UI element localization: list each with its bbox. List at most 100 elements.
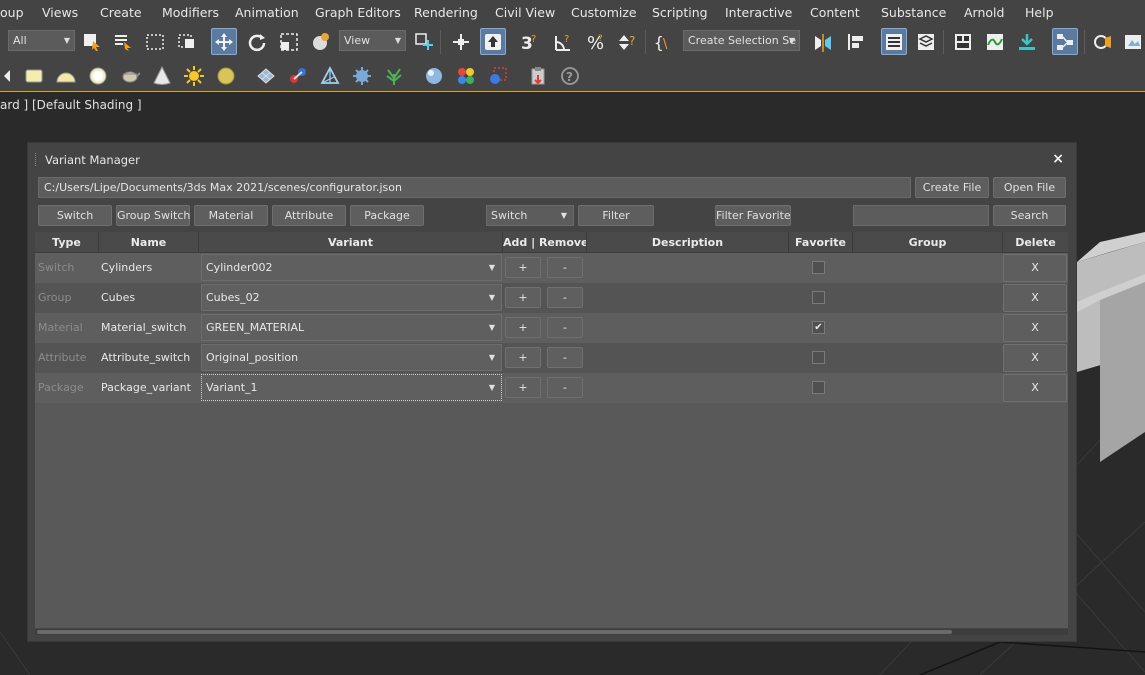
- menu-scripting[interactable]: Scripting: [652, 5, 708, 20]
- selection-filter-dropdown[interactable]: All ▼: [8, 30, 75, 51]
- edit-named-sets-icon[interactable]: {\: [651, 28, 677, 55]
- group-switch-button[interactable]: Group Switch: [116, 205, 190, 226]
- delete-row-button[interactable]: X: [1003, 344, 1067, 372]
- chevron-left-icon[interactable]: [0, 62, 21, 89]
- rendered-frame-icon[interactable]: [1120, 28, 1145, 55]
- search-button[interactable]: Search: [993, 205, 1066, 226]
- delete-row-button[interactable]: X: [1003, 314, 1067, 342]
- helper-icon[interactable]: [317, 62, 343, 89]
- variant-dropdown[interactable]: Original_position ▼: [201, 344, 502, 371]
- menu-help[interactable]: Help: [1025, 5, 1054, 20]
- menu-customize[interactable]: Customize: [571, 5, 637, 20]
- schematic-view-icon[interactable]: [1052, 28, 1078, 55]
- percent-snap-icon[interactable]: %?: [583, 28, 609, 55]
- dope-sheet-icon[interactable]: [1014, 28, 1040, 55]
- scale-icon[interactable]: [276, 28, 302, 55]
- teapot-object-icon[interactable]: [117, 62, 143, 89]
- render-region-icon[interactable]: [485, 62, 511, 89]
- row-name[interactable]: Attribute_switch: [101, 343, 199, 373]
- angle-snap-icon[interactable]: ?: [550, 28, 576, 55]
- delete-row-button[interactable]: X: [1003, 284, 1067, 312]
- cone-object-icon[interactable]: [149, 62, 175, 89]
- menu-group[interactable]: oup: [0, 5, 24, 20]
- menu-views[interactable]: Views: [42, 5, 78, 20]
- dialog-title-bar[interactable]: Variant Manager ×: [28, 143, 1076, 173]
- menu-substance[interactable]: Substance: [881, 5, 946, 20]
- menu-modifiers[interactable]: Modifiers: [162, 5, 219, 20]
- spinner-snap-icon[interactable]: ?: [615, 28, 641, 55]
- remove-variant-button[interactable]: -: [547, 257, 583, 278]
- scene-explorer-icon[interactable]: [881, 28, 907, 55]
- add-variant-button[interactable]: +: [505, 377, 541, 398]
- select-icon[interactable]: [79, 28, 105, 55]
- remove-variant-button[interactable]: -: [547, 347, 583, 368]
- window-crossing-icon[interactable]: [174, 28, 200, 55]
- ribbon-icon[interactable]: [950, 28, 976, 55]
- bone-icon[interactable]: [285, 62, 311, 89]
- align-icon[interactable]: [843, 28, 869, 55]
- delete-row-button[interactable]: X: [1003, 254, 1067, 282]
- header-add-remove[interactable]: Add | Remove: [503, 232, 587, 253]
- menu-graph-editors[interactable]: Graph Editors: [315, 5, 401, 20]
- add-variant-button[interactable]: +: [505, 287, 541, 308]
- create-file-button[interactable]: Create File: [915, 177, 989, 198]
- attribute-button[interactable]: Attribute: [272, 205, 346, 226]
- variant-dropdown[interactable]: Variant_1 ▼: [201, 374, 502, 401]
- help-icon[interactable]: ?: [557, 62, 583, 89]
- favorite-checkbox[interactable]: [812, 291, 825, 304]
- filter-favorite-button[interactable]: Filter Favorite: [715, 205, 791, 226]
- menu-civil-view[interactable]: Civil View: [495, 5, 555, 20]
- open-file-button[interactable]: Open File: [993, 177, 1066, 198]
- row-name[interactable]: Cubes: [101, 283, 199, 313]
- json-path-field[interactable]: C:/Users/Lipe/Documents/3ds Max 2021/sce…: [38, 177, 911, 198]
- remove-variant-button[interactable]: -: [547, 317, 583, 338]
- material-editor-icon[interactable]: [453, 62, 479, 89]
- viewport-label[interactable]: ard ] [Default Shading ]: [0, 98, 142, 112]
- header-variant[interactable]: Variant: [199, 232, 503, 253]
- render-setup-icon[interactable]: [1090, 28, 1116, 55]
- remove-variant-button[interactable]: -: [547, 377, 583, 398]
- header-type[interactable]: Type: [35, 232, 99, 253]
- move-icon[interactable]: [211, 28, 237, 55]
- row-name[interactable]: Cylinders: [101, 253, 199, 283]
- material-button[interactable]: Material: [194, 205, 268, 226]
- rect-region-icon[interactable]: [142, 28, 168, 55]
- delete-row-button[interactable]: X: [1003, 374, 1067, 402]
- scrollbar-thumb[interactable]: [37, 630, 952, 634]
- variant-dropdown[interactable]: GREEN_MATERIAL ▼: [201, 314, 502, 341]
- remove-variant-button[interactable]: -: [547, 287, 583, 308]
- sphere-object-icon[interactable]: [85, 62, 111, 89]
- search-input[interactable]: [853, 205, 989, 226]
- hemisphere-object-icon[interactable]: [53, 62, 79, 89]
- reference-coordinate-dropdown[interactable]: View ▼: [339, 30, 406, 51]
- header-name[interactable]: Name: [99, 232, 199, 253]
- filter-type-dropdown[interactable]: Switch ▼: [486, 205, 574, 226]
- keyboard-shortcut-icon[interactable]: [480, 28, 506, 55]
- header-favorite[interactable]: Favorite: [789, 232, 853, 253]
- mirror-icon[interactable]: [810, 28, 836, 55]
- switch-button[interactable]: Switch: [38, 205, 112, 226]
- menu-create[interactable]: Create: [100, 5, 142, 20]
- favorite-checkbox[interactable]: [812, 351, 825, 364]
- particle-grid-icon[interactable]: [253, 62, 279, 89]
- menu-interactive[interactable]: Interactive: [725, 5, 792, 20]
- snap-3d-icon[interactable]: 3?: [517, 28, 543, 55]
- named-selection-dropdown[interactable]: Create Selection Se ▼: [683, 30, 800, 51]
- horizontal-scrollbar[interactable]: [35, 629, 1068, 635]
- place-icon[interactable]: [308, 28, 334, 55]
- favorite-checkbox[interactable]: [812, 381, 825, 394]
- curve-editor-icon[interactable]: [982, 28, 1008, 55]
- clipboard-icon[interactable]: [525, 62, 551, 89]
- header-description[interactable]: Description: [587, 232, 789, 253]
- menu-arnold[interactable]: Arnold: [964, 5, 1004, 20]
- sun-light-icon[interactable]: [181, 62, 207, 89]
- row-name[interactable]: Material_switch: [101, 313, 199, 343]
- drag-handle-icon[interactable]: [35, 153, 37, 166]
- space-warp-icon[interactable]: [349, 62, 375, 89]
- variant-dropdown[interactable]: Cylinder002 ▼: [201, 254, 502, 281]
- pivot-icon[interactable]: [410, 28, 436, 55]
- package-button[interactable]: Package: [350, 205, 424, 226]
- foliage-icon[interactable]: [381, 62, 407, 89]
- select-by-name-icon[interactable]: [110, 28, 136, 55]
- row-name[interactable]: Package_variant: [101, 373, 199, 403]
